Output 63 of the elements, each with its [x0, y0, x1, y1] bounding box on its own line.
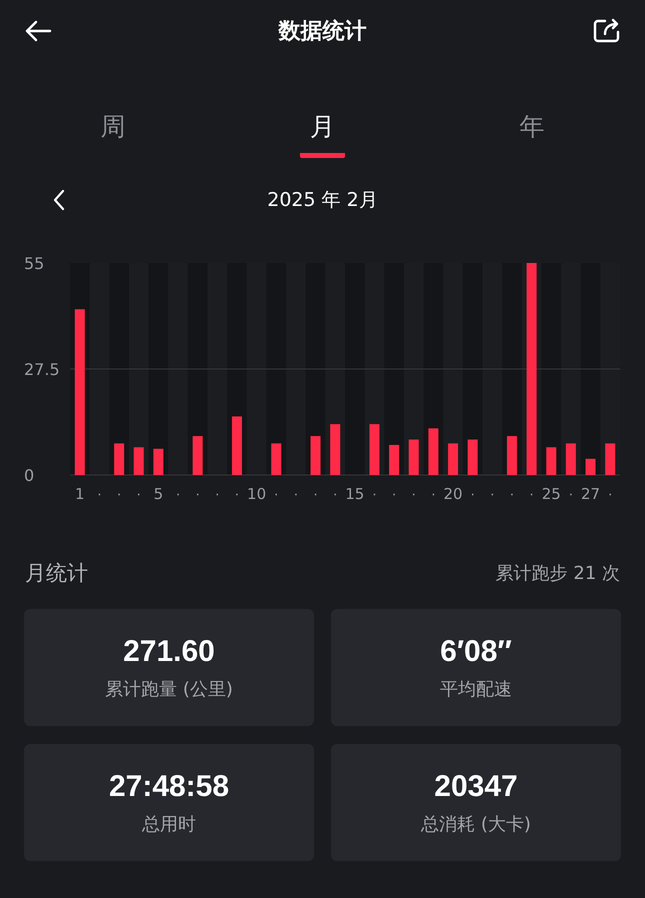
x-axis-label: 25: [542, 485, 561, 503]
stat-value: 6′08′′: [440, 634, 512, 668]
bar: [506, 436, 517, 475]
bar: [134, 447, 144, 475]
x-axis-label: 27: [581, 485, 600, 503]
x-axis-label: 1: [75, 485, 85, 503]
x-axis-label: ·: [392, 488, 396, 503]
x-axis-label: ·: [196, 488, 200, 503]
y-axis-label: 55: [24, 254, 44, 273]
x-axis-label: ·: [510, 488, 514, 503]
bar: [586, 458, 596, 475]
x-axis-label: ·: [530, 488, 534, 503]
bar: [546, 447, 556, 475]
x-axis-label: ·: [117, 488, 122, 503]
period-label: 2025 年 2月: [267, 188, 378, 213]
y-axis-label: 0: [24, 466, 34, 485]
bar: [114, 443, 124, 475]
stat-label: 平均配速: [440, 678, 512, 700]
x-axis-label: ·: [608, 488, 612, 503]
x-axis-label: ·: [372, 488, 377, 503]
run-count: 累计跑步 21 次: [496, 562, 620, 585]
x-axis-label: ·: [313, 488, 318, 503]
x-axis-label: ·: [176, 488, 180, 503]
x-axis-label: ·: [490, 488, 494, 503]
x-axis-label: ·: [412, 488, 416, 503]
x-axis-label: ·: [215, 488, 220, 503]
bar: [448, 443, 458, 475]
stat-label: 累计跑量 (公里): [105, 678, 233, 700]
back-arrow-icon[interactable]: [24, 20, 52, 42]
stat-label: 总用时: [142, 812, 196, 836]
stat-value: 271.60: [123, 634, 215, 668]
stat-label: 总消耗 (大卡): [421, 812, 531, 836]
x-axis-label: ·: [136, 488, 141, 503]
bar: [389, 444, 400, 475]
share-icon[interactable]: [593, 18, 621, 44]
period-tab[interactable]: 年: [510, 106, 555, 158]
x-axis-label: ·: [333, 488, 338, 503]
chevron-left-icon[interactable]: [52, 189, 66, 211]
x-axis-label: ·: [274, 488, 278, 503]
period-tab[interactable]: 周: [90, 106, 136, 158]
bar: [310, 436, 321, 475]
x-axis-label: 10: [247, 485, 266, 503]
section-title: 月统计: [25, 560, 88, 587]
x-axis-label: ·: [431, 488, 436, 503]
x-axis-label: 15: [345, 485, 364, 503]
x-axis-label: ·: [470, 488, 475, 503]
x-axis-label: 5: [154, 485, 164, 503]
page-title: 数据统计: [278, 18, 366, 46]
x-axis-label: ·: [97, 488, 102, 503]
bar: [369, 424, 380, 475]
stat-value: 27:48:58: [108, 770, 230, 804]
bar: [408, 440, 419, 475]
x-axis-label: ·: [294, 488, 298, 503]
y-axis-label: 27.5: [24, 360, 60, 379]
x-axis-label: ·: [568, 488, 573, 503]
period-tab[interactable]: 月: [300, 106, 345, 158]
x-axis-label: ·: [234, 488, 240, 503]
bar: [330, 424, 340, 475]
stat-value: 20347: [434, 770, 518, 804]
bar: [605, 443, 616, 475]
bar: [468, 440, 478, 475]
bar: [192, 436, 203, 475]
x-axis-label: 20: [444, 485, 463, 503]
